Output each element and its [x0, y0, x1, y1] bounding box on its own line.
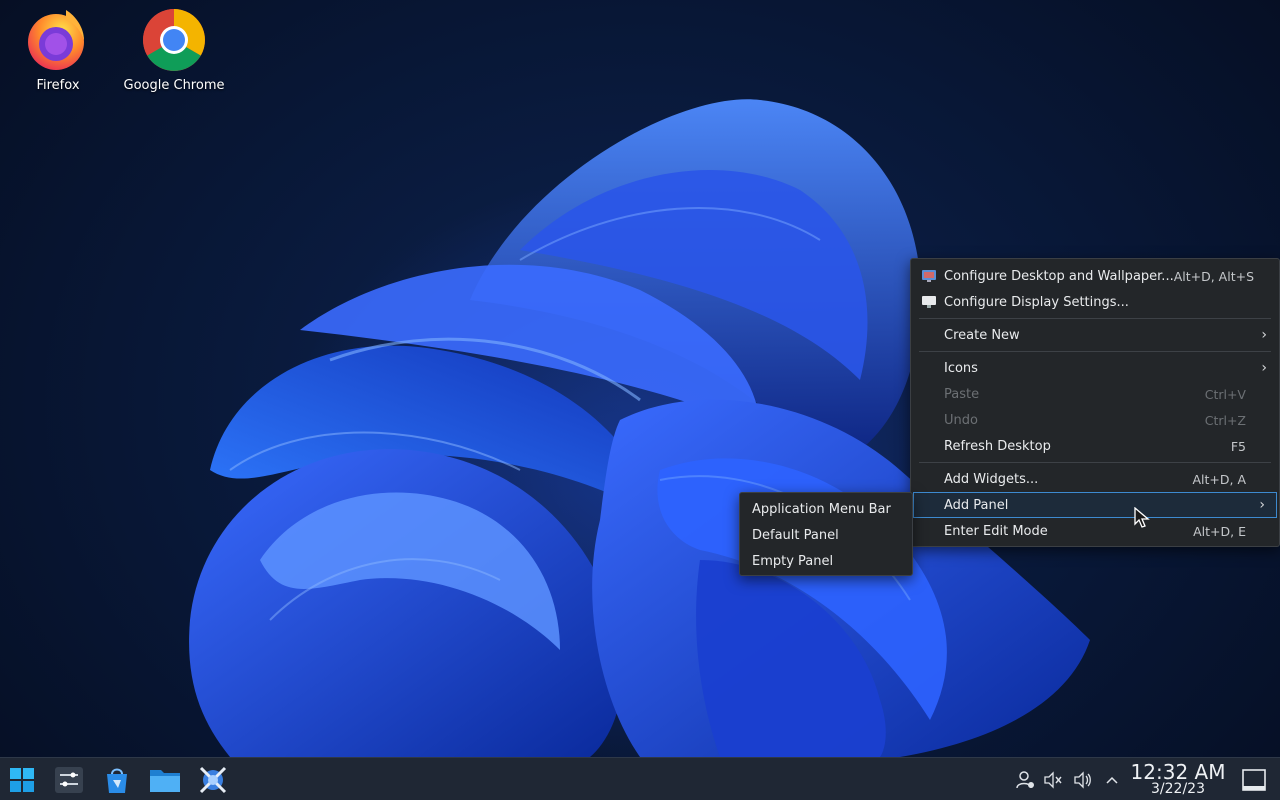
system-settings-icon[interactable] [53, 764, 85, 796]
kde-connect-icon[interactable] [197, 764, 229, 796]
submenu-item-default-panel[interactable]: Default Panel [740, 522, 912, 548]
clock-date[interactable]: 3/22/23 [1126, 781, 1230, 797]
file-manager-icon[interactable] [149, 764, 181, 796]
desktop-context-menu: Configure Desktop and Wallpaper... Alt+D… [910, 258, 1280, 547]
menu-separator [919, 462, 1271, 463]
menu-item-icons[interactable]: Icons › [911, 355, 1279, 381]
menu-item-configure-desktop[interactable]: Configure Desktop and Wallpaper... Alt+D… [911, 263, 1279, 289]
menu-item-configure-display[interactable]: Configure Display Settings... [911, 289, 1279, 315]
chevron-right-icon: › [1259, 497, 1265, 513]
menu-item-add-widgets[interactable]: Add Widgets... Alt+D, A [911, 466, 1279, 492]
mute-icon[interactable] [1043, 770, 1063, 790]
desktop-icon-google-chrome[interactable]: Google Chrome [119, 6, 229, 93]
mouse-cursor-icon [1134, 506, 1150, 529]
taskbar [0, 757, 1280, 800]
menu-item-undo[interactable]: Undo Ctrl+Z [911, 407, 1279, 433]
menu-item-refresh-desktop[interactable]: Refresh Desktop F5 [911, 433, 1279, 459]
menu-item-paste[interactable]: Paste Ctrl+V [911, 381, 1279, 407]
add-panel-submenu: Application Menu Bar Default Panel Empty… [739, 492, 913, 576]
menu-item-create-new[interactable]: Create New › [911, 322, 1279, 348]
menu-separator [919, 318, 1271, 319]
chevron-right-icon: › [1261, 327, 1267, 343]
submenu-item-empty-panel[interactable]: Empty Panel [740, 548, 912, 574]
desktop-icon-label: Google Chrome [123, 78, 225, 93]
submenu-item-application-menu-bar[interactable]: Application Menu Bar [740, 496, 912, 522]
show-desktop-icon[interactable] [1238, 764, 1270, 796]
user-switch-icon[interactable] [1015, 770, 1035, 790]
discover-store-icon[interactable] [101, 764, 133, 796]
tray-expand-icon[interactable] [1102, 770, 1122, 790]
firefox-icon [26, 6, 90, 72]
display-icon [922, 296, 936, 308]
desktop-icon-label: Firefox [36, 78, 80, 93]
desktop-icon-firefox[interactable]: Firefox [3, 6, 113, 93]
menu-separator [919, 351, 1271, 352]
chrome-icon [142, 6, 206, 72]
volume-icon[interactable] [1073, 770, 1093, 790]
configure-desktop-icon [922, 270, 936, 282]
chevron-right-icon: › [1261, 360, 1267, 376]
menu-item-enter-edit-mode[interactable]: Enter Edit Mode Alt+D, E [911, 518, 1279, 544]
start-menu-icon[interactable] [6, 764, 38, 796]
menu-item-add-panel[interactable]: Add Panel › [913, 492, 1277, 518]
